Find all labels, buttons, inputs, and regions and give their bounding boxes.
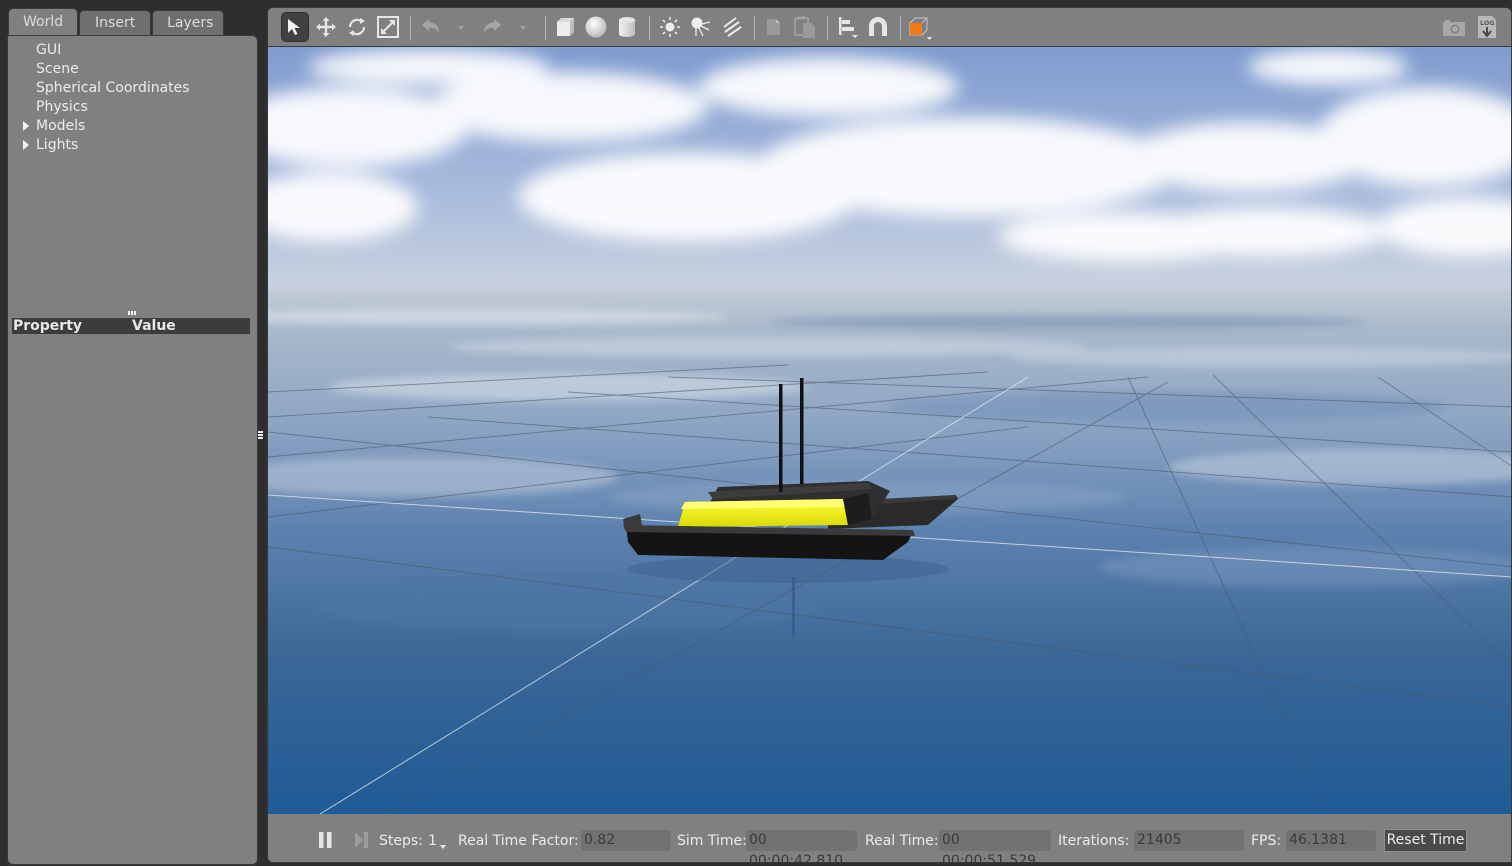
sim-time-label: Sim Time: [677,833,747,849]
property-column-header[interactable]: Property [13,318,82,334]
world-tree: GUI Scene Spherical Coordinates Physics … [8,41,257,155]
insert-directional-light-button[interactable] [718,12,746,42]
toolbar-separator [545,16,546,40]
pause-icon [319,832,332,848]
view-angle-button[interactable] [905,12,933,42]
real-time-factor-value: 0.82 [581,830,671,851]
property-table-header: Property Value [12,318,250,334]
toolbar-separator [827,16,828,40]
real-time-factor-label: Real Time Factor: [458,833,579,849]
sidebar-resize-handle[interactable] [258,431,264,441]
align-button[interactable] [834,12,862,42]
tree-item-spherical-coordinates[interactable]: Spherical Coordinates [8,79,257,98]
copy-button[interactable] [760,12,788,42]
sphere-icon [585,16,607,38]
real-time-label: Real Time: [865,833,939,849]
iterations-value: 21405 [1134,830,1244,851]
translate-icon [316,17,336,37]
spot-light-icon [691,17,711,37]
insert-point-light-button[interactable] [656,12,684,42]
tree-item-models[interactable]: Models [8,117,257,136]
steps-down-arrow-icon[interactable] [440,845,446,849]
boat-reflection [628,555,948,583]
tree-item-gui[interactable]: GUI [8,41,257,60]
steps-spinbox[interactable]: 1 [428,831,437,851]
snap-magnet-icon [869,17,887,36]
pause-button[interactable] [312,825,340,855]
world-panel: GUI Scene Spherical Coordinates Physics … [7,35,258,865]
tree-item-label: Scene [36,61,79,77]
insert-box-button[interactable] [551,12,579,42]
select-arrow-icon [288,19,300,35]
step-button[interactable] [348,825,376,855]
rotate-mode-button[interactable] [343,12,371,42]
iterations-label: Iterations: [1058,833,1130,849]
cylinder-icon [619,17,635,37]
tree-item-label: Spherical Coordinates [36,80,190,96]
select-mode-button[interactable] [281,12,309,42]
scene-render [268,47,1511,814]
translate-mode-button[interactable] [312,12,340,42]
box-icon [557,18,574,36]
rotate-icon [348,18,366,36]
tree-item-label: Models [36,118,86,134]
real-time-value: 00 00:00:51.529 [939,830,1051,862]
log-data-button[interactable]: LOG [1473,12,1501,42]
reset-time-button[interactable]: Reset Time [1384,829,1467,852]
screenshot-camera-icon [1443,20,1465,36]
fps-label: FPS: [1251,833,1282,849]
copy-icon [767,19,780,35]
snap-button[interactable] [864,12,892,42]
directional-light-icon [723,17,742,37]
tab-insert[interactable]: Insert [79,10,152,36]
toolbar-separator [900,16,901,40]
panel-splitter-handle[interactable] [128,311,136,315]
time-panel: Steps: 1 Real Time Factor: 0.82 Sim Time… [268,814,1511,862]
tree-item-scene[interactable]: Scene [8,60,257,79]
tab-world[interactable]: World [8,8,79,37]
insert-spot-light-button[interactable] [687,12,715,42]
log-icon: LOG [1478,16,1496,38]
expand-arrow-icon[interactable] [23,140,29,150]
undo-history-dropdown-icon[interactable] [458,26,464,30]
point-light-icon [660,17,680,37]
undo-button[interactable] [417,12,445,42]
tree-item-label: GUI [36,42,62,58]
scale-mode-button[interactable] [374,12,402,42]
step-forward-icon [355,832,368,848]
scale-icon [377,16,399,38]
redo-icon [484,19,501,33]
toolbar-separator [754,16,755,40]
insert-sphere-button[interactable] [582,12,610,42]
redo-history-dropdown-icon[interactable] [520,26,526,30]
tree-item-lights[interactable]: Lights [8,136,257,155]
screenshot-button[interactable] [1440,12,1468,42]
toolbar: LOG [268,8,1511,46]
toolbar-separator [410,16,411,40]
paste-button[interactable] [791,12,819,42]
left-panel-tabs: World Insert Layers [8,8,225,37]
steps-label: Steps: [379,833,423,849]
tab-layers[interactable]: Layers [152,10,225,36]
sim-time-value: 00 00:00:42.810 [746,830,857,862]
tree-item-label: Physics [36,99,88,115]
scene-viewport[interactable] [268,46,1511,815]
value-column-header[interactable]: Value [132,318,176,334]
tree-item-label: Lights [36,137,79,153]
toolbar-separator [649,16,650,40]
undo-icon [422,19,439,33]
keel-reflection [792,577,795,637]
redo-button[interactable] [478,12,506,42]
paste-icon [794,16,815,38]
expand-arrow-icon[interactable] [23,121,29,131]
view-angle-icon [909,17,932,40]
main-area: LOG Steps: 1 Real Time Factor: 0.82 Sim … [267,7,1512,863]
tree-item-physics[interactable]: Physics [8,98,257,117]
fps-value: 46.1381 [1286,830,1376,851]
svg-text:LOG: LOG [1480,19,1495,27]
align-icon [839,17,858,38]
insert-cylinder-button[interactable] [613,12,641,42]
